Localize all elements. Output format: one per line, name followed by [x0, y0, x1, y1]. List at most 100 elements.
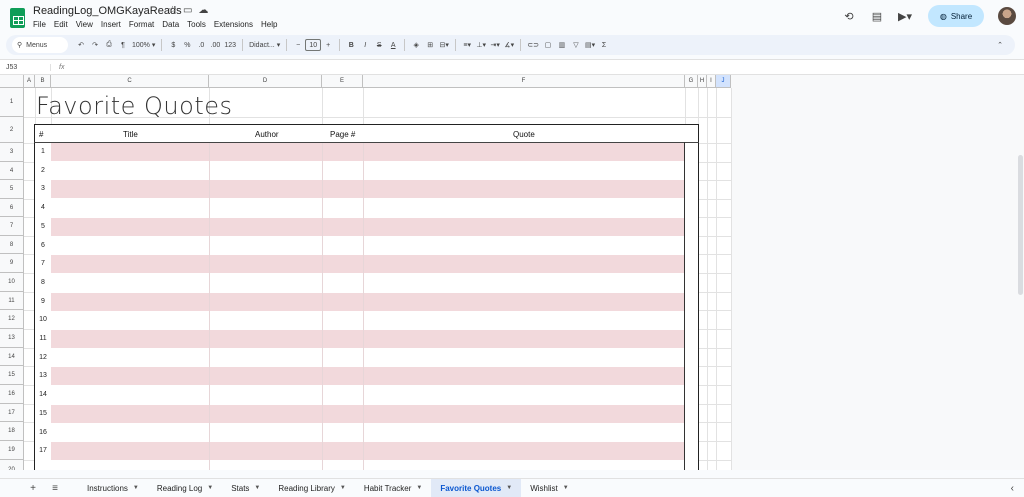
- row-header[interactable]: 19: [0, 441, 24, 460]
- table-row[interactable]: [51, 330, 684, 348]
- account-avatar[interactable]: [998, 7, 1016, 25]
- table-row[interactable]: [51, 162, 684, 180]
- fill-color-icon[interactable]: ◈: [409, 37, 423, 53]
- vertical-align-icon[interactable]: ⊥▾: [474, 37, 488, 53]
- row-header[interactable]: 17: [0, 404, 24, 422]
- decrease-decimal-button[interactable]: .0: [194, 37, 208, 53]
- all-sheets-icon[interactable]: ≡: [44, 483, 66, 494]
- chevron-down-icon[interactable]: ▼: [254, 485, 260, 491]
- column-header-i[interactable]: I: [707, 75, 716, 88]
- table-row[interactable]: [51, 349, 684, 367]
- menu-insert[interactable]: Insert: [101, 20, 121, 29]
- font-size-decrease-button[interactable]: −: [291, 37, 305, 53]
- undo-icon[interactable]: ↶: [74, 37, 88, 53]
- insert-chart-icon[interactable]: ▥: [555, 37, 569, 53]
- menu-file[interactable]: File: [33, 20, 46, 29]
- row-header[interactable]: 13: [0, 329, 24, 348]
- redo-icon[interactable]: ↷: [88, 37, 102, 53]
- bold-button[interactable]: B: [344, 37, 358, 53]
- scroll-tabs-left-icon[interactable]: ‹: [1011, 483, 1014, 494]
- menu-view[interactable]: View: [76, 20, 93, 29]
- table-row[interactable]: [51, 255, 684, 273]
- row-header[interactable]: 16: [0, 385, 24, 404]
- text-color-button[interactable]: A: [386, 37, 400, 53]
- column-header-c[interactable]: C: [51, 75, 209, 88]
- sheets-logo-icon[interactable]: [10, 8, 25, 28]
- chevron-down-icon[interactable]: ▼: [340, 485, 346, 491]
- horizontal-align-icon[interactable]: ≡▾: [460, 37, 474, 53]
- table-row[interactable]: [51, 274, 684, 292]
- font-select[interactable]: Didact... ▾: [247, 37, 282, 53]
- row-header[interactable]: 4: [0, 162, 24, 180]
- table-row[interactable]: [51, 386, 684, 404]
- row-header[interactable]: 7: [0, 217, 24, 236]
- star-icon[interactable]: ☆: [168, 5, 177, 16]
- percent-format-button[interactable]: %: [180, 37, 194, 53]
- collapse-toolbar-icon[interactable]: ⌃: [993, 37, 1007, 53]
- table-row[interactable]: [51, 293, 684, 311]
- table-row[interactable]: [51, 218, 684, 236]
- column-header-d[interactable]: D: [209, 75, 322, 88]
- column-header-e[interactable]: E: [322, 75, 363, 88]
- font-size-increase-button[interactable]: +: [321, 37, 335, 53]
- table-row[interactable]: [51, 311, 684, 329]
- chevron-down-icon[interactable]: ▼: [506, 485, 512, 491]
- sheet-grid[interactable]: ABCDEFGHIJ 1 2 3 4 5 6 7 8 9 10 11 12 13 14 15 16 17 18 19…: [0, 75, 1024, 470]
- italic-button[interactable]: I: [358, 37, 372, 53]
- formula-input[interactable]: [64, 60, 1024, 74]
- chevron-down-icon[interactable]: ▼: [207, 485, 213, 491]
- table-row[interactable]: [51, 405, 684, 423]
- row-header[interactable]: 12: [0, 310, 24, 329]
- row-header[interactable]: 14: [0, 348, 24, 366]
- column-header-b[interactable]: B: [35, 75, 51, 88]
- search-menus-button[interactable]: ⚲ Menus: [12, 37, 68, 53]
- table-row[interactable]: [51, 442, 684, 460]
- row-header[interactable]: 1: [0, 88, 24, 117]
- menu-edit[interactable]: Edit: [54, 20, 68, 29]
- version-history-icon[interactable]: ⟲: [838, 5, 860, 27]
- sheet-tab-habit-tracker[interactable]: Habit Tracker ▼: [355, 479, 432, 497]
- sheet-tab-wishlist[interactable]: Wishlist ▼: [521, 479, 578, 497]
- menu-tools[interactable]: Tools: [187, 20, 206, 29]
- currency-format-button[interactable]: $: [166, 37, 180, 53]
- document-title[interactable]: ReadingLog_OMGKayaReads: [33, 5, 182, 17]
- borders-icon[interactable]: ⊞: [423, 37, 437, 53]
- menu-help[interactable]: Help: [261, 20, 277, 29]
- chevron-down-icon[interactable]: ▼: [416, 485, 422, 491]
- chevron-down-icon[interactable]: ▼: [563, 485, 569, 491]
- sheet-tab-instructions[interactable]: Instructions ▼: [78, 479, 148, 497]
- more-formats-button[interactable]: 123: [222, 37, 238, 53]
- insert-link-icon[interactable]: ⊂⊃: [525, 37, 541, 53]
- select-all-corner[interactable]: [0, 75, 24, 88]
- menu-extensions[interactable]: Extensions: [214, 20, 253, 29]
- row-header[interactable]: 2: [0, 117, 24, 143]
- vertical-scrollbar[interactable]: [1016, 75, 1024, 470]
- print-icon[interactable]: ⎙: [102, 37, 116, 53]
- share-button[interactable]: ◍ Share: [928, 5, 984, 27]
- sheet-tab-favorite-quotes[interactable]: Favorite Quotes ▼: [431, 478, 522, 497]
- filter-views-icon[interactable]: ▤▾: [583, 37, 597, 53]
- table-row[interactable]: [51, 180, 684, 198]
- text-rotation-icon[interactable]: ∡▾: [502, 37, 516, 53]
- sheet-tab-stats[interactable]: Stats ▼: [222, 479, 269, 497]
- table-row[interactable]: [51, 237, 684, 255]
- column-header-h[interactable]: H: [698, 75, 707, 88]
- strikethrough-button[interactable]: S: [372, 37, 386, 53]
- insert-comment-icon[interactable]: ▢: [541, 37, 555, 53]
- row-header[interactable]: 3: [0, 143, 24, 162]
- menu-format[interactable]: Format: [129, 20, 154, 29]
- column-header-f[interactable]: F: [363, 75, 685, 88]
- paint-format-icon[interactable]: ¶: [116, 37, 130, 53]
- row-header[interactable]: 9: [0, 254, 24, 273]
- meet-video-icon[interactable]: ▶▾: [894, 5, 916, 27]
- row-header[interactable]: 11: [0, 292, 24, 310]
- move-folder-icon[interactable]: ▭: [183, 5, 192, 16]
- functions-button[interactable]: Σ: [597, 37, 611, 53]
- scrollbar-thumb[interactable]: [1018, 155, 1023, 295]
- row-header[interactable]: 20: [0, 460, 24, 470]
- row-header[interactable]: 15: [0, 366, 24, 385]
- filter-icon[interactable]: ▽: [569, 37, 583, 53]
- font-size-input[interactable]: 10: [305, 39, 322, 51]
- table-row[interactable]: [51, 367, 684, 385]
- cloud-status-icon[interactable]: ☁: [198, 5, 208, 16]
